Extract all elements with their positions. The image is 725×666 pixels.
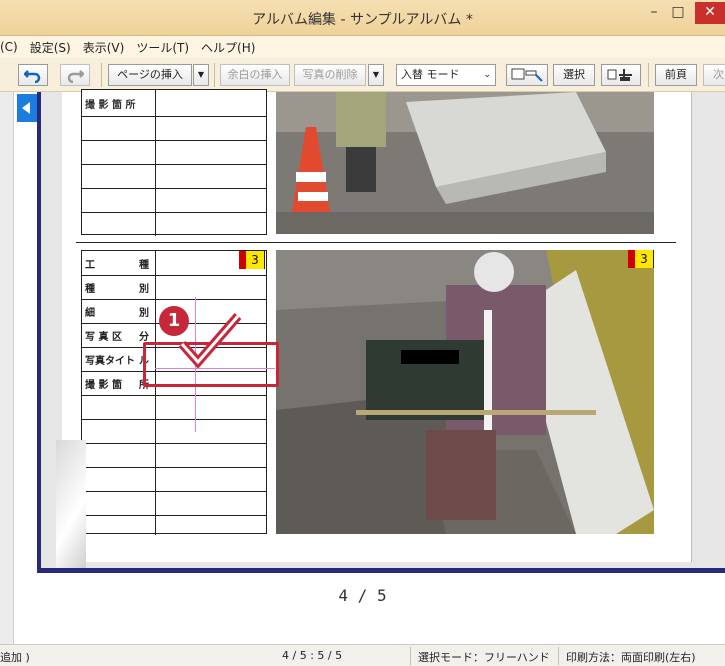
table-row[interactable] (82, 491, 266, 515)
layout-select-icon (511, 68, 543, 82)
next-page-button[interactable]: 次頁 (703, 64, 725, 86)
undo-button[interactable] (18, 64, 48, 86)
row-label (82, 117, 156, 140)
row-label (82, 516, 156, 535)
move-handle-button[interactable] (601, 64, 641, 86)
page-curl-decoration (56, 440, 86, 568)
page-divider (76, 242, 676, 243)
table-row[interactable]: 撮 影 箇 所 (82, 90, 266, 116)
photo-number-badge: 3 (628, 250, 654, 268)
status-selection-mode: 選択モード：フリーハンド (418, 651, 550, 664)
row-label (82, 420, 156, 443)
top-info-table: 撮 影 箇 所 (81, 89, 267, 236)
table-row[interactable] (82, 443, 266, 467)
table-row[interactable] (82, 395, 266, 419)
status-bar: 追加 ) 4 / 5 : 5 / 5 選択モード：フリーハンド 印刷方法：両面印… (0, 644, 725, 666)
table-row[interactable] (82, 467, 266, 491)
left-panel-strip (0, 92, 14, 644)
move-icon (607, 69, 632, 81)
row-label (82, 141, 156, 164)
table-row[interactable] (82, 116, 266, 140)
row-label-right: 別 (139, 308, 149, 319)
mode-select-value: 入替 モード (401, 68, 460, 81)
row-label (82, 189, 156, 212)
album-page: 撮 影 箇 所 3 工種 種別 細 別 写 真 区 分 写真タイト ル 撮 影 … (62, 89, 692, 562)
bottom-photo[interactable]: 3 (276, 250, 654, 534)
title-bar: アルバム編集 - サンプルアルバム * – □ ✕ (0, 0, 725, 36)
page-counter: 4 / 5 (338, 586, 387, 605)
chevron-down-icon: ⌄ (483, 70, 491, 80)
status-print-mode: 印刷方法：両面印刷(左右) (566, 651, 696, 664)
row-label: 撮 影 箇 所 (82, 90, 156, 116)
menu-settings[interactable]: 設定(S) (30, 39, 71, 56)
construction-photo-bottom (276, 250, 654, 534)
menu-view[interactable]: 表示(V) (83, 39, 125, 56)
row-label-left: 種 (85, 284, 95, 295)
row-label (82, 468, 156, 491)
row-label-left: 細 (85, 308, 95, 319)
table-row[interactable]: 種別 (82, 275, 266, 299)
row-label (82, 396, 156, 419)
bottom-info-table: 3 工種 種別 細別 写 真 区分 写真タイトル 撮 影 箇所 (81, 250, 267, 535)
construction-photo-top (276, 92, 654, 234)
row-label-left: 写真タイト (85, 356, 135, 367)
row-label (82, 165, 156, 188)
row-label-right: 種 (139, 259, 149, 271)
toolbar-separator (214, 63, 215, 87)
status-divider (558, 647, 559, 665)
row-label-left: 写 真 区 (85, 332, 122, 343)
checkmark-icon (178, 313, 242, 368)
insert-blank-button[interactable]: 余白の挿入 (220, 64, 290, 86)
toolbar-separator (101, 63, 102, 87)
row-label (82, 213, 156, 236)
menu-bar: (C) 設定(S) 表示(V) ツール(T) ヘルプ(H) (0, 36, 725, 58)
menu-edit[interactable]: (C) (0, 40, 18, 54)
table-row[interactable] (82, 419, 266, 443)
delete-photo-dropdown[interactable]: ▼ (368, 64, 384, 86)
toolbar: ページの挿入 ▼ 余白の挿入 写真の削除 ▼ 入替 モード ⌄ 選択 前頁 次頁 (0, 58, 725, 92)
scroll-left-arrow-icon[interactable] (17, 94, 37, 122)
toolbar-separator (648, 63, 649, 87)
row-label (82, 444, 156, 467)
row-label-left: 撮 影 箇 (85, 380, 122, 391)
insert-page-dropdown[interactable]: ▼ (193, 64, 209, 86)
table-row[interactable]: 工種 (82, 251, 266, 275)
row-label-right: 分 (139, 332, 149, 343)
row-label-left: 工 (85, 259, 95, 271)
table-row[interactable] (82, 140, 266, 164)
page-border-left (37, 92, 41, 572)
select-button[interactable]: 選択 (553, 64, 595, 86)
top-photo[interactable] (276, 92, 654, 234)
undo-icon (23, 70, 41, 84)
insert-page-button[interactable]: ページの挿入 (108, 64, 192, 86)
close-button[interactable]: ✕ (695, 2, 725, 24)
menu-help[interactable]: ヘルプ(H) (201, 39, 255, 56)
photo-layout-button[interactable] (506, 64, 548, 86)
mode-select[interactable]: 入替 モード ⌄ (396, 64, 496, 86)
status-mode-text: 追加 ) (0, 651, 30, 664)
status-page-info: 4 / 5 : 5 / 5 (282, 649, 343, 662)
prev-page-button[interactable]: 前頁 (655, 64, 697, 86)
maximize-button[interactable]: □ (664, 2, 692, 24)
row-label: 工種 (82, 251, 156, 275)
redo-icon (67, 70, 85, 84)
row-label: 種別 (82, 276, 156, 299)
row-label (82, 492, 156, 515)
row-label-right: 別 (139, 284, 149, 295)
redo-button[interactable] (60, 64, 90, 86)
table-row[interactable] (82, 164, 266, 188)
row-label: 細別 (82, 300, 156, 323)
status-divider (410, 647, 411, 665)
window-title: アルバム編集 - サンプルアルバム * (252, 12, 473, 28)
page-border-bottom (37, 568, 725, 573)
menu-tools[interactable]: ツール(T) (136, 39, 189, 56)
delete-photo-button[interactable]: 写真の削除 (294, 64, 366, 86)
table-row[interactable] (82, 188, 266, 212)
table-row[interactable] (82, 212, 266, 236)
table-row[interactable] (82, 515, 266, 535)
